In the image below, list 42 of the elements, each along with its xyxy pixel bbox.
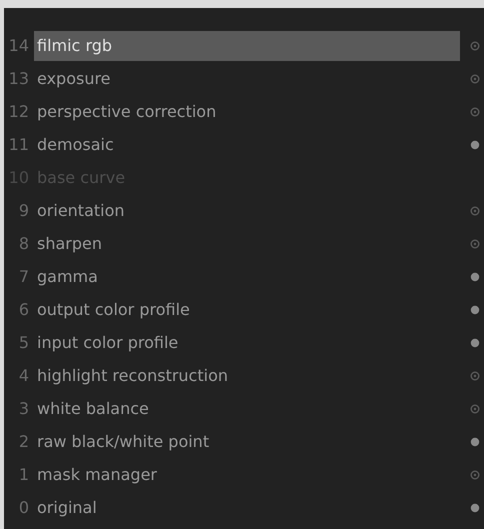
history-item[interactable]: mask manager bbox=[34, 460, 460, 490]
history-item[interactable]: output color profile bbox=[34, 294, 460, 324]
history-item[interactable]: highlight reconstruction bbox=[34, 360, 460, 390]
module-off-icon[interactable] bbox=[470, 106, 480, 116]
history-item[interactable]: original bbox=[34, 492, 460, 522]
history-item[interactable]: demosaic bbox=[34, 130, 460, 160]
history-number: 1 bbox=[18, 464, 30, 486]
history-item[interactable]: input color profile bbox=[34, 328, 460, 358]
history-number: 7 bbox=[18, 266, 30, 288]
history-number: 5 bbox=[18, 332, 30, 354]
history-number: 2 bbox=[18, 430, 30, 452]
history-number: 3 bbox=[18, 398, 30, 420]
module-on-icon[interactable] bbox=[470, 436, 480, 446]
module-off-icon[interactable] bbox=[470, 370, 480, 380]
history-item[interactable]: sharpen bbox=[34, 228, 460, 258]
module-off-icon[interactable] bbox=[470, 40, 480, 50]
history-number: 12 bbox=[8, 100, 30, 122]
history-number: 0 bbox=[18, 496, 30, 518]
module-off-icon[interactable] bbox=[470, 206, 480, 216]
history-item[interactable]: raw black/white point bbox=[34, 426, 460, 456]
history-number: 6 bbox=[18, 298, 30, 320]
history-item[interactable]: gamma bbox=[34, 262, 460, 292]
history-number: 11 bbox=[8, 134, 30, 156]
module-off-icon[interactable] bbox=[470, 74, 480, 84]
module-on-icon[interactable] bbox=[470, 502, 480, 512]
history-number: 14 bbox=[8, 34, 30, 56]
module-on-icon[interactable] bbox=[470, 272, 480, 282]
module-off-icon[interactable] bbox=[470, 404, 480, 414]
history-item[interactable]: exposure bbox=[34, 64, 460, 94]
module-on-icon[interactable] bbox=[470, 140, 480, 150]
history-number: 13 bbox=[8, 68, 30, 90]
history-item[interactable]: white balance bbox=[34, 394, 460, 424]
module-on-icon[interactable] bbox=[470, 338, 480, 348]
history-number: 8 bbox=[18, 232, 30, 254]
history-number: 9 bbox=[18, 200, 30, 222]
module-on-icon[interactable] bbox=[470, 304, 480, 314]
history-item[interactable]: filmic rgb bbox=[34, 30, 460, 60]
history-number: 4 bbox=[18, 364, 30, 386]
module-off-icon[interactable] bbox=[470, 470, 480, 480]
history-item[interactable]: perspective correction bbox=[34, 96, 460, 126]
module-off-icon[interactable] bbox=[470, 238, 480, 248]
history-item[interactable]: orientation bbox=[34, 196, 460, 226]
